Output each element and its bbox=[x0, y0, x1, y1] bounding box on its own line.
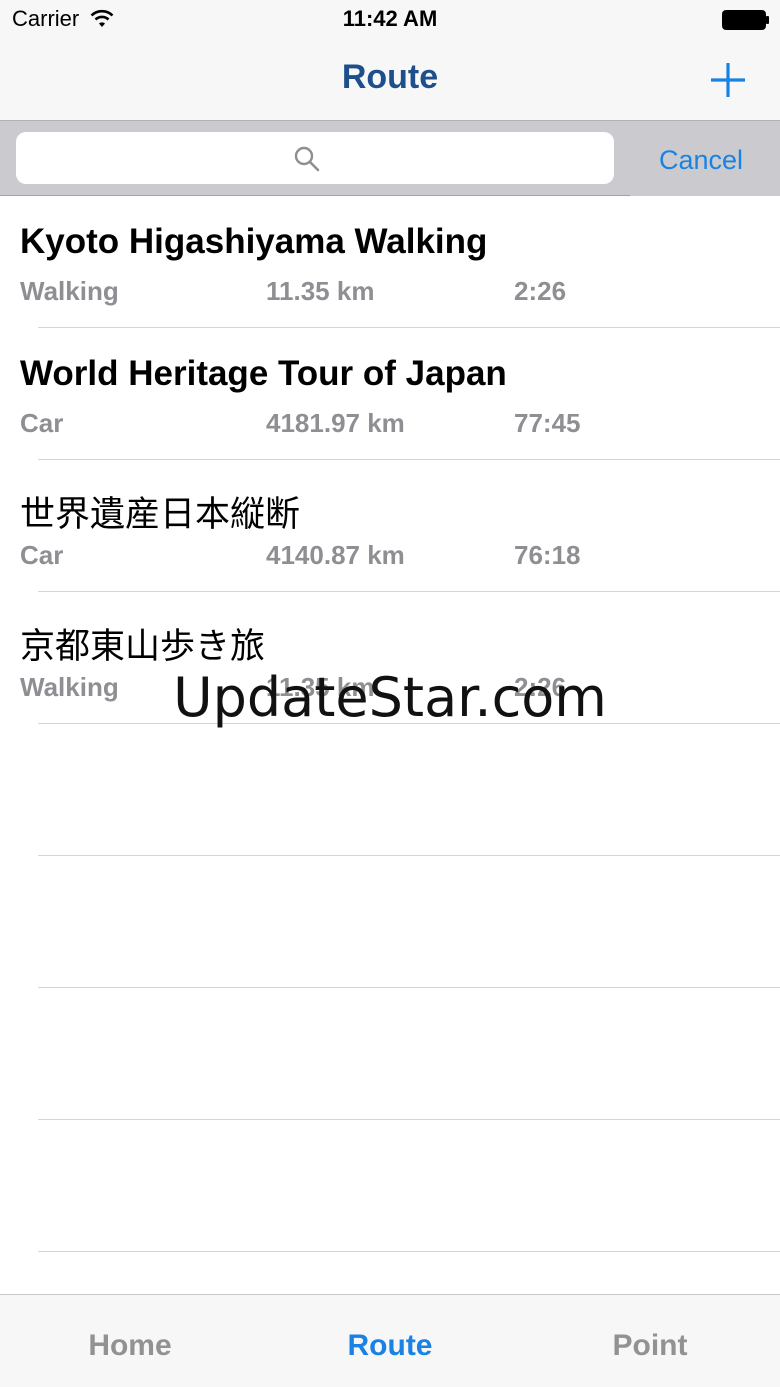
route-mode: Car bbox=[20, 408, 64, 438]
battery-icon bbox=[722, 10, 769, 30]
navigation-bar: Route bbox=[0, 40, 780, 120]
page-title: Route bbox=[341, 58, 439, 96]
route-name: World Heritage Tour of Japan bbox=[20, 354, 507, 393]
route-distance: 4140.87 km bbox=[266, 540, 405, 570]
divider bbox=[38, 1119, 780, 1120]
list-item[interactable]: 京都東山歩き旅 Walking 11.35 km 2:26 bbox=[0, 592, 780, 724]
status-time: 11:42 AM bbox=[342, 6, 438, 31]
tab-home[interactable]: Home bbox=[0, 1295, 260, 1387]
divider bbox=[38, 987, 780, 988]
route-mode: Walking bbox=[20, 276, 119, 306]
divider bbox=[38, 1251, 780, 1252]
route-distance: 11.35 km bbox=[266, 672, 375, 702]
route-name: 京都東山歩き旅 bbox=[20, 627, 266, 667]
route-time: 2:26 bbox=[514, 672, 567, 702]
route-distance: 4181.97 km bbox=[266, 408, 405, 438]
route-mode: Car bbox=[20, 540, 64, 570]
route-time: 77:45 bbox=[514, 408, 581, 438]
route-name: 世界遺産日本縦断 bbox=[20, 495, 301, 535]
plus-icon[interactable] bbox=[706, 58, 750, 102]
cancel-button[interactable]: Cancel bbox=[659, 145, 743, 176]
divider bbox=[38, 855, 780, 856]
route-time: 76:18 bbox=[514, 540, 581, 570]
route-mode: Walking bbox=[20, 672, 119, 702]
route-time: 2:26 bbox=[514, 276, 567, 306]
route-name: Kyoto Higashiyama Walking bbox=[20, 222, 488, 261]
tab-route[interactable]: Route bbox=[260, 1295, 520, 1387]
status-bar: Carrier 11:42 AM bbox=[0, 0, 780, 40]
list-item[interactable]: 世界遺産日本縦断 Car 4140.87 km 76:18 bbox=[0, 460, 780, 592]
list-item[interactable]: Kyoto Higashiyama Walking Walking 11.35 … bbox=[0, 196, 780, 328]
search-bar: Cancel bbox=[0, 120, 780, 196]
route-list: Kyoto Higashiyama Walking Walking 11.35 … bbox=[0, 196, 780, 724]
divider bbox=[38, 723, 780, 724]
tab-bar: Home Route Point bbox=[0, 1294, 780, 1387]
app-screen: Carrier 11:42 AM Route Cancel Kyoto Higa… bbox=[0, 0, 780, 1387]
tab-point[interactable]: Point bbox=[520, 1295, 780, 1387]
search-input[interactable] bbox=[16, 132, 614, 184]
route-distance: 11.35 km bbox=[266, 276, 375, 306]
list-item[interactable]: World Heritage Tour of Japan Car 4181.97… bbox=[0, 328, 780, 460]
